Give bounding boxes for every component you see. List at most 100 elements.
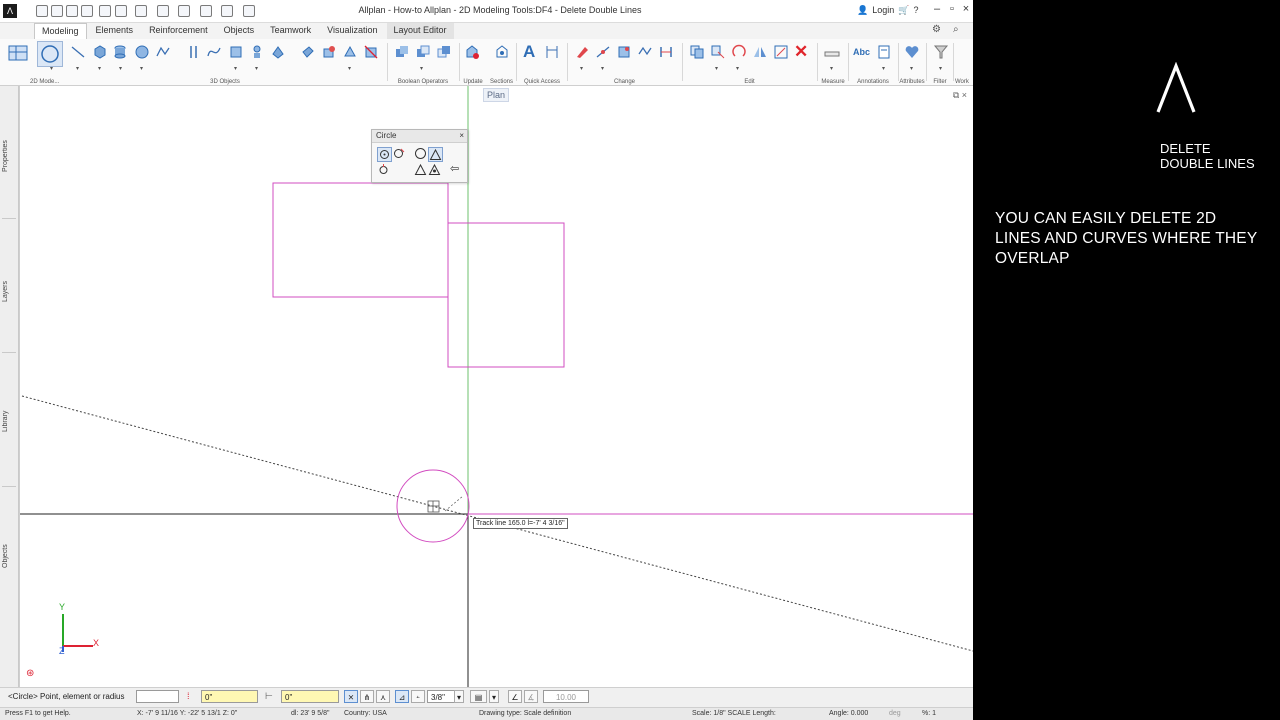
measure-icon[interactable] [824, 44, 840, 60]
triangle-circumscribed-icon[interactable] [428, 163, 441, 176]
status-drawing-type[interactable]: Drawing type: Scale definition [479, 710, 571, 717]
snap-options-icon[interactable]: ⋔ [360, 690, 374, 703]
grid-snap-icon[interactable]: ⊿ [395, 690, 409, 703]
circle-inscribed-icon[interactable] [428, 147, 443, 162]
circle-point-icon[interactable] [377, 163, 390, 176]
login-link[interactable]: Login [872, 5, 894, 16]
spline-icon[interactable] [206, 44, 222, 60]
box-icon[interactable] [92, 44, 108, 60]
tab-teamwork[interactable]: Teamwork [263, 23, 318, 39]
close-icon[interactable]: × [459, 130, 464, 142]
dropdown-arrow[interactable]: ▾ [830, 65, 833, 72]
angle-snap-icon[interactable]: ∠ [508, 690, 522, 703]
help-icon[interactable]: ? [913, 5, 918, 16]
dropdown-arrow[interactable]: ▾ [910, 65, 913, 72]
dropdown-arrow[interactable]: ▾ [76, 65, 79, 72]
dropdown-arrow[interactable]: ▾ [234, 65, 237, 72]
angle-value-input[interactable]: 10.00 [543, 690, 589, 703]
tab-modeling[interactable]: Modeling [34, 23, 87, 39]
figure-icon[interactable] [249, 44, 265, 60]
track-icon[interactable]: ⋏ [376, 690, 390, 703]
scale-icon[interactable] [773, 44, 789, 60]
snap-dropdown-arrow[interactable]: ▾ [454, 690, 464, 703]
status-angle[interactable]: Angle: 0.000 [829, 710, 868, 717]
side-tab-layers[interactable]: Layers [2, 271, 16, 311]
rectangle-right[interactable] [447, 222, 565, 368]
circle-palette-header[interactable]: Circle × [372, 130, 467, 143]
dropdown-arrow[interactable]: ▾ [601, 65, 604, 72]
modify-line-icon[interactable] [595, 44, 611, 60]
filter-icon[interactable] [933, 44, 949, 60]
snap-target-icon[interactable]: ⊛ [26, 668, 34, 679]
options-gear-icon[interactable]: ⚙ [932, 24, 941, 35]
viewport-window-controls[interactable]: ⧉ × [953, 90, 967, 101]
wall-3d-icon[interactable] [228, 44, 244, 60]
subtract-icon[interactable] [321, 44, 337, 60]
attributes-icon[interactable] [904, 44, 920, 60]
annotation-label-icon[interactable]: Abc [853, 44, 870, 60]
layout-toggle-icon[interactable]: ▤ [470, 690, 487, 703]
pencil-icon[interactable] [574, 44, 590, 60]
line-icon[interactable] [70, 44, 86, 60]
rotate-icon[interactable] [731, 44, 747, 60]
solid-icon[interactable] [270, 44, 286, 60]
text-tool-icon[interactable]: A [523, 43, 539, 60]
circle-tool-icon[interactable] [37, 41, 63, 67]
search-icon[interactable]: ⌕ [953, 24, 959, 35]
boolean-union-icon[interactable] [394, 44, 410, 60]
split-icon[interactable] [658, 44, 674, 60]
dropdown-arrow[interactable]: ▾ [119, 65, 122, 72]
parallel-lines-icon[interactable] [186, 44, 202, 60]
copy-icon[interactable] [689, 44, 705, 60]
dropdown-arrow[interactable]: ▾ [580, 65, 583, 72]
modify-points-icon[interactable] [616, 44, 632, 60]
boolean-intersect-icon[interactable] [436, 44, 452, 60]
side-tab-properties[interactable]: Properties [2, 131, 16, 181]
status-percent[interactable]: %: 1 [922, 710, 936, 717]
delete-icon[interactable]: ✕ [794, 43, 810, 60]
palette-icon[interactable] [7, 42, 29, 64]
login-area[interactable]: 👤 Login 🛒 ? [857, 5, 918, 16]
polyline-icon[interactable] [155, 44, 171, 60]
mirror-icon[interactable] [752, 44, 768, 60]
dropdown-arrow[interactable]: ▾ [715, 65, 718, 72]
dropdown-arrow[interactable]: ▾ [420, 65, 423, 72]
angle-lock-icon[interactable]: ∡ [524, 690, 538, 703]
update-icon[interactable] [464, 44, 480, 60]
tab-visualization[interactable]: Visualization [320, 23, 384, 39]
dropdown-arrow[interactable]: ▾ [736, 65, 739, 72]
point-snap-icon[interactable]: ⨯ [344, 690, 358, 703]
snap-distance-icon[interactable]: ⫠ [411, 690, 425, 703]
drawing-svg[interactable] [20, 86, 973, 687]
section-icon[interactable] [494, 44, 510, 60]
intersect-icon[interactable] [342, 44, 358, 60]
dropdown-arrow[interactable]: ▾ [98, 65, 101, 72]
dropdown-arrow[interactable]: ▾ [255, 65, 258, 72]
close-icon[interactable]: × [959, 3, 973, 15]
dropdown-arrow[interactable]: ▾ [939, 65, 942, 72]
snap-value-input[interactable]: 3/8" [427, 690, 455, 703]
triangle-icon[interactable] [414, 163, 427, 176]
back-arrow-icon[interactable]: ⇦ [450, 163, 463, 176]
stretch-icon[interactable] [637, 44, 653, 60]
union-icon[interactable] [300, 44, 316, 60]
cart-icon[interactable]: 🛒 [898, 5, 909, 16]
drawing-viewport[interactable]: Y X Z ⊛ Plan ⧉ × Circle × ⇦ Track line 1… [19, 86, 973, 687]
dropdown-arrow[interactable]: ▾ [348, 65, 351, 72]
dropdown-arrow[interactable]: ▾ [140, 65, 143, 72]
tab-elements[interactable]: Elements [89, 23, 141, 39]
slice-icon[interactable] [363, 44, 379, 60]
tab-objects[interactable]: Objects [217, 23, 262, 39]
move-icon[interactable] [710, 44, 726, 60]
side-tab-library[interactable]: Library [2, 401, 16, 441]
restore-icon[interactable]: ▫ [945, 3, 959, 15]
tab-layout-editor[interactable]: Layout Editor [386, 23, 454, 39]
dropdown-arrow[interactable]: ▾ [50, 65, 53, 72]
boolean-subtract-icon[interactable] [415, 44, 431, 60]
legend-icon[interactable] [876, 44, 892, 60]
dropdown-arrow[interactable]: ▾ [882, 65, 885, 72]
tab-reinforcement[interactable]: Reinforcement [142, 23, 215, 39]
radius-input[interactable] [136, 690, 179, 703]
layout-dropdown-arrow[interactable]: ▾ [489, 690, 499, 703]
rectangle-left[interactable] [272, 182, 449, 298]
